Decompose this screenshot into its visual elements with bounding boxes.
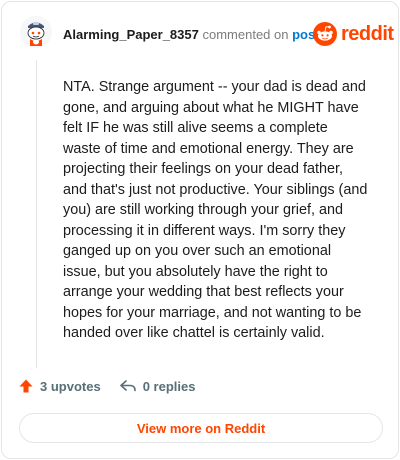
upvote-button[interactable]: 3 upvotes: [18, 378, 101, 394]
comment-footer: 3 upvotes 0 replies: [18, 378, 195, 394]
replies-button[interactable]: 0 replies: [119, 378, 196, 394]
reply-arrow-icon: [119, 380, 136, 392]
comment-body: NTA. Strange argument -- your dad is dea…: [63, 79, 368, 341]
reddit-logo[interactable]: reddit: [313, 22, 394, 46]
reddit-wordmark: reddit: [341, 22, 394, 45]
comment-header: Alarming_Paper_8357 commented on post: [63, 27, 320, 42]
snoo-avatar-icon: [20, 16, 52, 48]
upvote-arrow-icon: [19, 379, 33, 393]
user-avatar[interactable]: [20, 16, 52, 48]
username-link[interactable]: Alarming_Paper_8357: [63, 27, 199, 42]
reddit-alien-icon: [313, 22, 337, 46]
thread-line[interactable]: [36, 60, 37, 368]
view-more-on-reddit-button[interactable]: View more on Reddit: [19, 413, 383, 443]
commented-on-text: commented on: [202, 27, 289, 42]
embedded-comment-card: Alarming_Paper_8357 commented on post re…: [1, 1, 399, 459]
reply-count: 0 replies: [142, 378, 196, 394]
upvote-count: 3 upvotes: [40, 378, 101, 394]
